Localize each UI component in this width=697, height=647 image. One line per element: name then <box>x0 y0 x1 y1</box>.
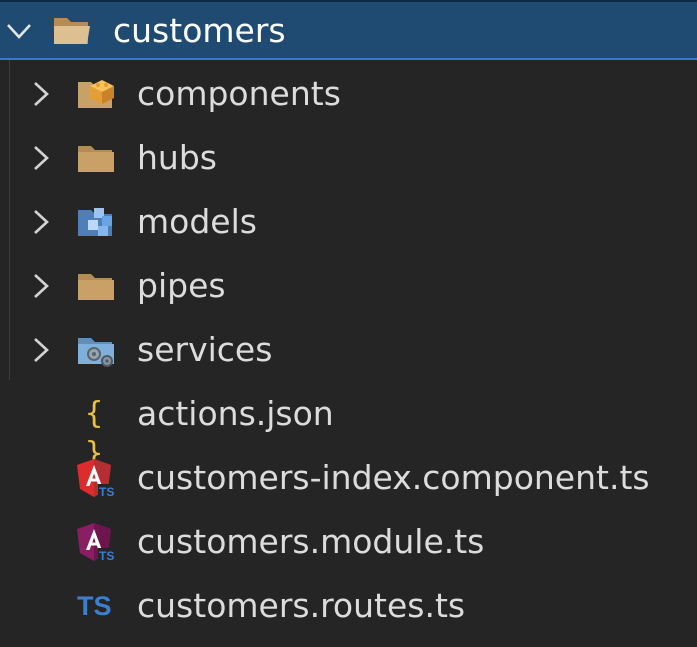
tree-item-customers-index-component[interactable]: TS customers-index.component.ts <box>0 446 697 510</box>
file-explorer: customers components hubs models pipes s… <box>0 0 697 647</box>
tree-item-label: services <box>137 330 273 369</box>
tree-item-label: customers-index.component.ts <box>137 458 650 497</box>
chevron-down-icon[interactable] <box>2 14 36 48</box>
tree-item-label: components <box>137 74 341 113</box>
folder-models-icon <box>78 208 112 236</box>
tree-item-label: customers <box>113 11 286 50</box>
typescript-icon: TS <box>77 591 112 621</box>
chevron-right-icon[interactable] <box>24 205 58 239</box>
tree-item-label: customers.module.ts <box>137 522 485 561</box>
folder-open-icon <box>54 18 90 44</box>
tree-item-customers-routes[interactable]: TS customers.routes.ts <box>0 574 697 638</box>
json-icon: { } <box>84 396 104 471</box>
tree-item-components[interactable]: components <box>0 62 697 126</box>
svg-text:TS: TS <box>99 485 114 498</box>
chevron-right-icon[interactable] <box>24 269 58 303</box>
tree-item-label: models <box>137 202 257 241</box>
tree-item-actions-json[interactable]: { } actions.json <box>0 382 697 471</box>
folder-services-icon <box>78 338 114 367</box>
chevron-right-icon[interactable] <box>24 333 58 367</box>
folder-components-icon <box>78 80 114 108</box>
svg-text:TS: TS <box>99 549 114 562</box>
tree-item-models[interactable]: models <box>0 190 697 254</box>
angular-module-icon: TS <box>77 523 116 562</box>
folder-icon <box>78 146 114 172</box>
tree-item-customers[interactable]: customers <box>0 0 697 60</box>
tree-item-label: actions.json <box>137 394 334 433</box>
angular-component-icon: TS <box>77 459 116 498</box>
chevron-right-icon[interactable] <box>24 77 58 111</box>
tree-item-label: hubs <box>137 138 217 177</box>
tree-item-services[interactable]: services <box>0 318 697 382</box>
chevron-right-icon[interactable] <box>24 141 58 175</box>
tree-item-hubs[interactable]: hubs <box>0 126 697 190</box>
tree-item-label: pipes <box>137 266 226 305</box>
tree-item-pipes[interactable]: pipes <box>0 254 697 318</box>
tree-item-label: customers.routes.ts <box>137 586 466 625</box>
folder-icon <box>78 274 114 300</box>
tree-item-customers-module[interactable]: TS customers.module.ts <box>0 510 697 574</box>
